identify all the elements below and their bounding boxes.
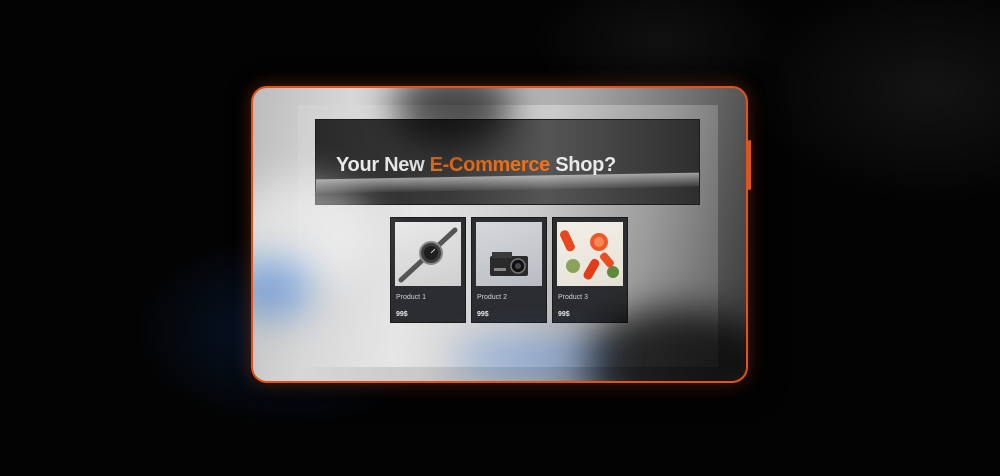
product-price: 99$ — [477, 311, 489, 318]
hero-title-prefix: Your New — [336, 154, 430, 176]
hero-banner: Your New E-Commerce Shop? — [315, 119, 700, 205]
fruit-icon — [557, 222, 623, 286]
product-card[interactable]: Product 2 99$ — [471, 217, 547, 323]
product-price: 99$ — [396, 311, 408, 318]
product-card[interactable]: Product 3 99$ — [552, 217, 628, 323]
tablet-device: Your New E-Commerce Shop? Product 1 99$ … — [251, 86, 748, 383]
product-card[interactable]: Product 1 99$ — [390, 217, 466, 323]
product-name: Product 2 — [477, 294, 507, 301]
product-price: 99$ — [558, 311, 570, 318]
backdrop: Your New E-Commerce Shop? Product 1 99$ … — [0, 0, 1000, 476]
camera-icon — [476, 222, 542, 286]
smartwatch-icon — [395, 222, 461, 286]
hero-title-suffix: Shop? — [550, 154, 616, 176]
product-name: Product 3 — [558, 294, 588, 301]
hero-title-accent: E-Commerce — [429, 154, 551, 176]
product-name: Product 1 — [396, 294, 426, 301]
product-grid: Product 1 99$ Product 2 99$ Product 3 99… — [390, 217, 628, 323]
hero-title: Your New E-Commerce Shop? — [336, 154, 616, 177]
tablet-side-button — [748, 140, 751, 190]
tablet-screen: Your New E-Commerce Shop? Product 1 99$ … — [298, 105, 718, 367]
